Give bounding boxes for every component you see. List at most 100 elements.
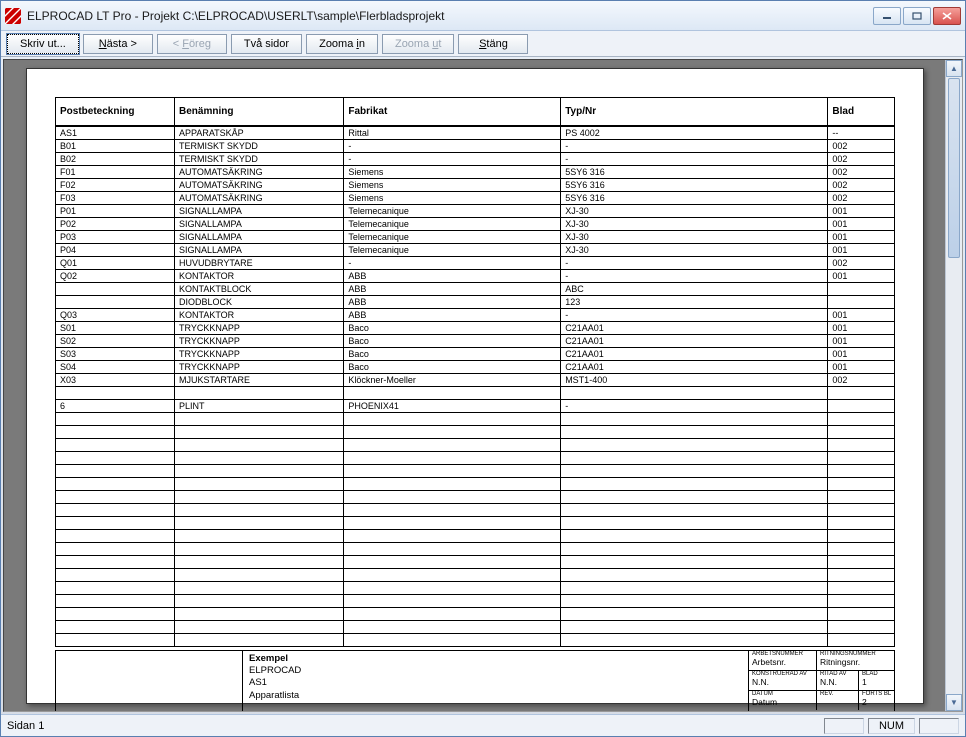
table-cell: PS 4002	[561, 126, 828, 140]
table-cell	[561, 386, 828, 399]
table-cell: C21AA01	[561, 321, 828, 334]
table-row	[56, 490, 895, 503]
table-row: Q02KONTAKTORABB-001	[56, 269, 895, 282]
table-cell: Telemecanique	[344, 243, 561, 256]
table-row	[56, 568, 895, 581]
table-row	[56, 529, 895, 542]
prev-button: < Föreg	[157, 34, 227, 54]
table-row	[56, 477, 895, 490]
minimize-icon	[882, 12, 892, 20]
table-header-row: Postbeteckning Benämning Fabrikat Typ/Nr…	[56, 98, 895, 126]
table-row: Q01HUVUDBRYTARE--002	[56, 256, 895, 269]
print-button[interactable]: Skriv ut...	[7, 34, 79, 54]
table-cell	[561, 555, 828, 568]
titleblock-exempel: Exempel	[249, 653, 742, 665]
table-cell	[828, 542, 895, 555]
titleblock-mid: Exempel ELPROCAD AS1 Apparatlista	[243, 651, 749, 711]
table-cell	[56, 438, 175, 451]
scroll-thumb[interactable]	[948, 78, 960, 258]
table-cell: Q02	[56, 269, 175, 282]
table-cell: Siemens	[344, 165, 561, 178]
table-cell	[174, 438, 343, 451]
titleblock-elprocad: ELPROCAD	[249, 665, 742, 677]
header-fabrikat: Fabrikat	[344, 98, 561, 126]
scroll-up-button[interactable]: ▲	[946, 60, 962, 77]
next-button[interactable]: Nästa >	[83, 34, 153, 54]
table-cell: ABB	[344, 308, 561, 321]
table-cell: 001	[828, 321, 895, 334]
table-cell	[828, 425, 895, 438]
table-row: P03SIGNALLAMPATelemecaniqueXJ-30001	[56, 230, 895, 243]
two-pages-button[interactable]: Två sidor	[231, 34, 302, 54]
table-cell: -	[561, 152, 828, 165]
table-row: S01TRYCKKNAPPBacoC21AA01001	[56, 321, 895, 334]
table-cell: AUTOMATSÄKRING	[174, 191, 343, 204]
window-title: ELPROCAD LT Pro - Projekt C:\ELPROCAD\US…	[27, 9, 873, 23]
table-row: P02SIGNALLAMPATelemecaniqueXJ-30001	[56, 217, 895, 230]
table-cell: 001	[828, 308, 895, 321]
table-cell	[561, 477, 828, 490]
table-row	[56, 464, 895, 477]
status-page-label: Sidan 1	[7, 720, 44, 732]
table-row: S02TRYCKKNAPPBacoC21AA01001	[56, 334, 895, 347]
table-cell	[828, 581, 895, 594]
maximize-button[interactable]	[903, 7, 931, 25]
table-cell	[561, 464, 828, 477]
table-row	[56, 620, 895, 633]
table-cell	[344, 594, 561, 607]
table-cell	[344, 607, 561, 620]
table-cell: F03	[56, 191, 175, 204]
table-cell: F02	[56, 178, 175, 191]
table-cell: 002	[828, 139, 895, 152]
table-cell: SIGNALLAMPA	[174, 217, 343, 230]
title-block: Exempel ELPROCAD AS1 Apparatlista ARBETS…	[55, 650, 895, 712]
table-cell	[828, 607, 895, 620]
table-cell	[174, 607, 343, 620]
close-button[interactable]	[933, 7, 961, 25]
table-cell	[828, 282, 895, 295]
table-cell	[344, 568, 561, 581]
table-cell: Q01	[56, 256, 175, 269]
table-cell: 002	[828, 256, 895, 269]
table-row: Q03KONTAKTORABB-001	[56, 308, 895, 321]
table-cell: 001	[828, 217, 895, 230]
table-cell	[828, 633, 895, 646]
table-cell	[828, 386, 895, 399]
table-row: P01SIGNALLAMPATelemecaniqueXJ-30001	[56, 204, 895, 217]
table-cell	[828, 516, 895, 529]
table-cell: Baco	[344, 334, 561, 347]
table-cell: -	[344, 152, 561, 165]
table-cell	[174, 581, 343, 594]
table-cell: 001	[828, 360, 895, 373]
table-cell: 001	[828, 204, 895, 217]
vertical-scrollbar[interactable]: ▲ ▼	[945, 60, 962, 711]
app-window: ELPROCAD LT Pro - Projekt C:\ELPROCAD\US…	[0, 0, 966, 737]
table-cell: 002	[828, 152, 895, 165]
table-cell	[56, 633, 175, 646]
table-cell: HUVUDBRYTARE	[174, 256, 343, 269]
table-cell	[174, 425, 343, 438]
close-preview-button[interactable]: Stäng	[458, 34, 528, 54]
table-row	[56, 594, 895, 607]
page-preview[interactable]: Postbeteckning Benämning Fabrikat Typ/Nr…	[26, 68, 924, 704]
table-cell: TRYCKKNAPP	[174, 347, 343, 360]
table-cell	[56, 282, 175, 295]
table-row	[56, 555, 895, 568]
table-cell	[561, 503, 828, 516]
table-cell: Siemens	[344, 178, 561, 191]
table-cell: 002	[828, 178, 895, 191]
table-row: S03TRYCKKNAPPBacoC21AA01001	[56, 347, 895, 360]
table-cell: APPARATSKÅP	[174, 126, 343, 140]
minimize-button[interactable]	[873, 7, 901, 25]
zoom-in-button[interactable]: Zooma in	[306, 34, 378, 54]
table-cell: -	[561, 139, 828, 152]
table-cell	[828, 490, 895, 503]
table-cell: KONTAKTBLOCK	[174, 282, 343, 295]
table-row	[56, 581, 895, 594]
table-cell	[56, 607, 175, 620]
maximize-icon	[912, 12, 922, 20]
scroll-down-button[interactable]: ▼	[946, 694, 962, 711]
table-cell: SIGNALLAMPA	[174, 230, 343, 243]
table-cell	[828, 451, 895, 464]
table-cell	[56, 555, 175, 568]
